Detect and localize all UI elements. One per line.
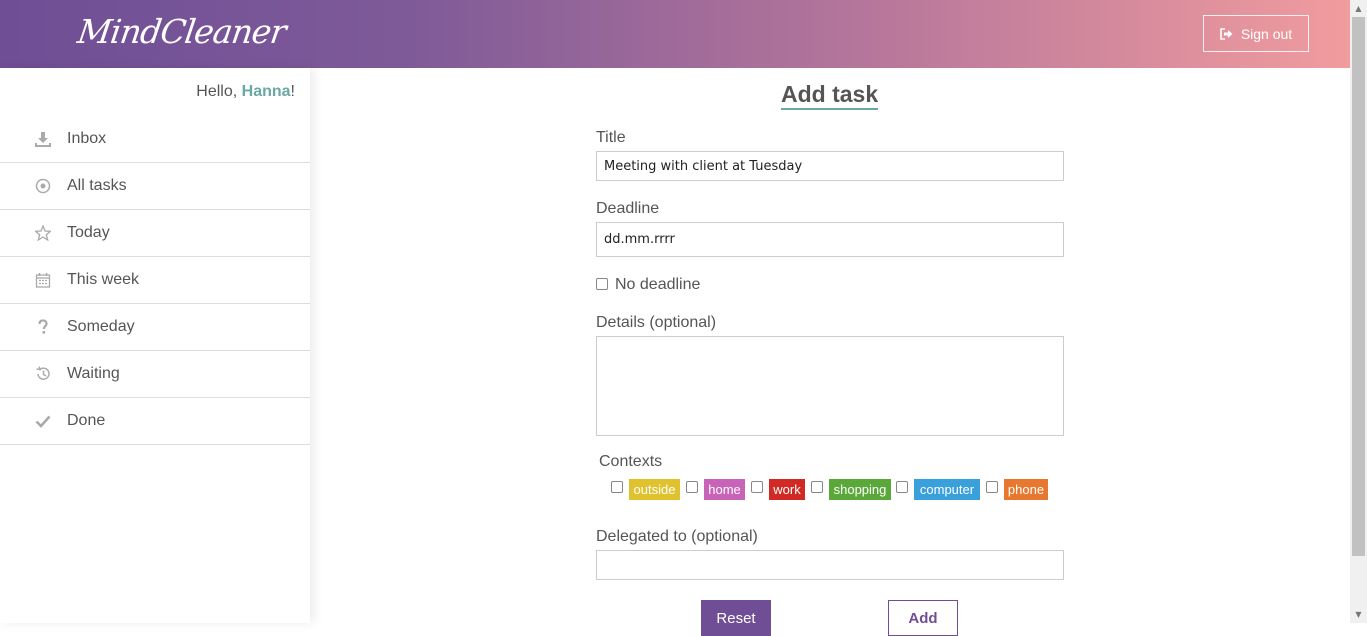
scroll-thumb[interactable] — [1352, 17, 1365, 556]
greeting-prefix: Hello, — [196, 83, 242, 100]
context-computer-checkbox[interactable] — [896, 481, 908, 493]
contexts-label: Contexts — [599, 453, 663, 470]
context-tag-computer: computer — [914, 479, 980, 500]
sign-out-button[interactable]: Sign out — [1203, 15, 1309, 52]
scroll-down-arrow-icon[interactable]: ▼ — [1350, 606, 1367, 623]
sidebar-item-this-week[interactable]: This week — [0, 257, 310, 304]
app-header: MindCleaner Sign out — [0, 0, 1350, 68]
greeting: Hello, Hanna! — [196, 83, 295, 101]
no-deadline-checkbox[interactable] — [596, 278, 608, 290]
star-icon — [34, 224, 52, 242]
sidebar-item-label: This week — [67, 271, 140, 288]
user-name: Hanna — [241, 83, 291, 100]
context-tag-home: home — [704, 479, 745, 500]
delegated-label: Delegated to (optional) — [596, 528, 758, 545]
context-phone-checkbox[interactable] — [986, 481, 998, 493]
sidebar-item-label: Waiting — [67, 365, 120, 382]
page-scrollbar[interactable]: ▲ ▼ — [1350, 0, 1367, 623]
no-deadline-label: No deadline — [615, 276, 701, 293]
sidebar-item-someday[interactable]: Someday — [0, 304, 310, 351]
check-icon — [34, 412, 52, 430]
title-label: Title — [596, 129, 626, 146]
context-tag-phone: phone — [1004, 479, 1048, 500]
sidebar-item-label: Today — [67, 224, 110, 241]
download-icon — [34, 130, 52, 148]
deadline-date-input[interactable]: dd.mm.rrrr — [596, 222, 1064, 257]
context-tag-shopping: shopping — [829, 479, 891, 500]
context-work-checkbox[interactable] — [751, 481, 763, 493]
reset-button[interactable]: Reset — [701, 600, 771, 636]
question-icon — [34, 318, 52, 336]
sidebar-item-done[interactable]: Done — [0, 398, 310, 445]
greeting-suffix: ! — [290, 83, 295, 100]
delegated-input[interactable] — [596, 550, 1064, 580]
app-logo[interactable]: MindCleaner — [75, 12, 288, 51]
calendar-icon — [34, 271, 52, 289]
context-outside-checkbox[interactable] — [611, 481, 623, 493]
sidebar-item-inbox[interactable]: Inbox — [0, 116, 310, 163]
add-task-form: Add task Title Meeting with client at Tu… — [310, 68, 1350, 636]
context-home-checkbox[interactable] — [686, 481, 698, 493]
context-tag-work: work — [769, 479, 805, 500]
title-input[interactable]: Meeting with client at Tuesday — [596, 151, 1064, 181]
context-tag-outside: outside — [629, 479, 680, 500]
sidebar-item-today[interactable]: Today — [0, 210, 310, 257]
sign-out-label: Sign out — [1240, 25, 1293, 42]
history-icon — [34, 365, 52, 383]
sidebar-item-all-tasks[interactable]: All tasks — [0, 163, 310, 210]
sign-out-icon — [1220, 27, 1233, 40]
scroll-up-arrow-icon[interactable]: ▲ — [1350, 0, 1367, 17]
sidebar-nav: Inbox All tasks Today This week Someday — [0, 116, 310, 445]
page-title: Add task — [781, 81, 879, 110]
sidebar-item-label: Inbox — [67, 130, 107, 147]
details-label: Details (optional) — [596, 314, 717, 331]
details-textarea[interactable] — [596, 336, 1064, 436]
sidebar-item-label: Done — [67, 412, 106, 429]
sidebar: Hello, Hanna! Inbox All tasks Today This… — [0, 68, 310, 623]
deadline-label: Deadline — [596, 200, 660, 217]
circle-dot-icon — [34, 177, 52, 195]
sidebar-item-label: All tasks — [67, 177, 127, 194]
sidebar-item-label: Someday — [67, 318, 135, 335]
context-shopping-checkbox[interactable] — [811, 481, 823, 493]
add-button[interactable]: Add — [888, 600, 958, 636]
sidebar-item-waiting[interactable]: Waiting — [0, 351, 310, 398]
